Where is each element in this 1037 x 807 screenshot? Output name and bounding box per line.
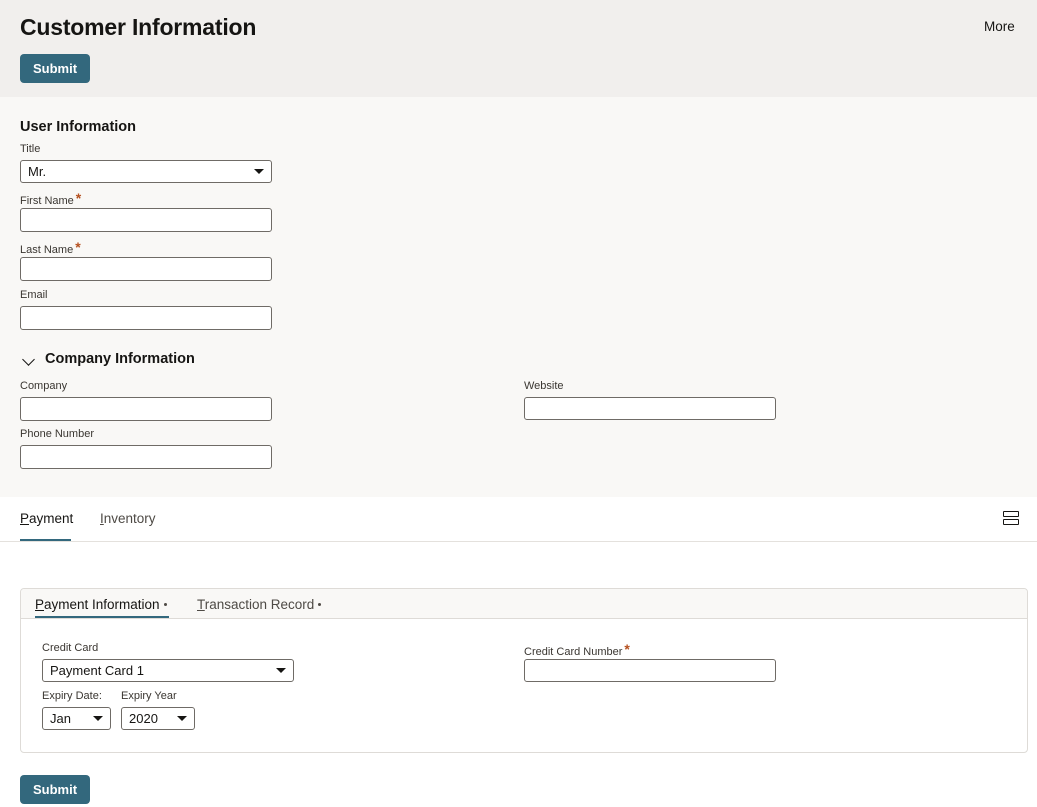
tab-active-indicator — [20, 539, 71, 541]
form-area: User Information Title Mr. First Name * L… — [0, 97, 1037, 497]
expiry-date-select[interactable]: Jan — [42, 707, 111, 730]
caret-down-icon — [276, 668, 286, 673]
credit-card-label: Credit Card — [42, 642, 99, 654]
expiry-year-select[interactable]: 2020 — [121, 707, 195, 730]
tab-payment[interactable]: Payment — [20, 511, 73, 526]
website-label: Website — [524, 380, 564, 392]
required-marker: * — [75, 190, 82, 206]
payment-panel: Payment Information Transaction Record C… — [20, 588, 1028, 753]
title-select[interactable]: Mr. — [20, 160, 272, 183]
modified-dot-icon — [318, 603, 322, 606]
website-input[interactable] — [524, 397, 776, 420]
tab-inventory-label: nventory — [103, 511, 156, 526]
tab-payment-mnemonic: P — [20, 511, 30, 526]
credit-card-select-value: Payment Card 1 — [50, 663, 144, 678]
tab-payment-label: ayment — [29, 511, 74, 526]
credit-card-select[interactable]: Payment Card 1 — [42, 659, 294, 682]
modified-dot-icon — [163, 603, 167, 606]
phone-number-label: Phone Number — [20, 428, 94, 440]
payment-subtabs: Payment Information Transaction Record — [21, 589, 1027, 619]
title-label: Title — [20, 143, 41, 155]
subtab-transaction-record[interactable]: Transaction Record — [197, 597, 322, 612]
more-button[interactable]: More — [984, 19, 1015, 34]
phone-number-input[interactable] — [20, 445, 272, 469]
title-select-value: Mr. — [28, 164, 47, 179]
page-title: Customer Information — [20, 14, 257, 40]
company-information-heading[interactable]: Company Information — [45, 351, 195, 367]
required-marker: * — [624, 641, 630, 657]
subtab-payment-information-mnemonic: P — [35, 597, 45, 612]
expiry-date-select-value: Jan — [50, 711, 71, 726]
expiry-date-label: Expiry Date: — [42, 690, 102, 702]
subtab-transaction-record-label: ransaction Record — [204, 597, 315, 612]
page-header: Customer Information More Submit — [0, 0, 1037, 97]
credit-card-number-input[interactable] — [524, 659, 776, 682]
first-name-label: First Name * — [20, 190, 82, 207]
last-name-label-text: Last Name — [20, 244, 74, 256]
layout-row-top — [1003, 511, 1019, 517]
subtab-transaction-record-mnemonic: T — [197, 597, 205, 612]
email-input[interactable] — [20, 306, 272, 330]
required-marker: * — [75, 239, 81, 255]
company-label: Company — [20, 380, 68, 392]
company-input[interactable] — [20, 397, 272, 421]
subtab-payment-information-label: ayment Information — [44, 597, 160, 612]
first-name-input[interactable] — [20, 208, 272, 232]
last-name-input[interactable] — [20, 257, 272, 281]
subtab-payment-information[interactable]: Payment Information — [35, 597, 167, 612]
last-name-label: Last Name * — [20, 239, 81, 256]
user-information-heading: User Information — [20, 119, 137, 135]
caret-down-icon — [177, 716, 187, 721]
caret-down-icon — [254, 169, 264, 174]
subtab-active-indicator — [35, 616, 169, 618]
email-label: Email — [20, 289, 48, 301]
expiry-year-label: Expiry Year — [121, 690, 177, 702]
submit-button-top[interactable]: Submit — [20, 54, 91, 83]
layout-rows-icon[interactable] — [1003, 511, 1019, 527]
expiry-year-select-value: 2020 — [129, 711, 158, 726]
credit-card-number-label-text: Credit Card Number — [524, 646, 623, 658]
layout-row-bottom — [1003, 519, 1019, 525]
tab-inventory[interactable]: Inventory — [100, 511, 156, 526]
first-name-label-text: First Name — [20, 195, 74, 207]
chevron-down-icon[interactable] — [22, 353, 35, 366]
submit-button-bottom[interactable]: Submit — [20, 775, 91, 804]
credit-card-number-label: Credit Card Number * — [524, 641, 630, 658]
caret-down-icon — [93, 716, 103, 721]
